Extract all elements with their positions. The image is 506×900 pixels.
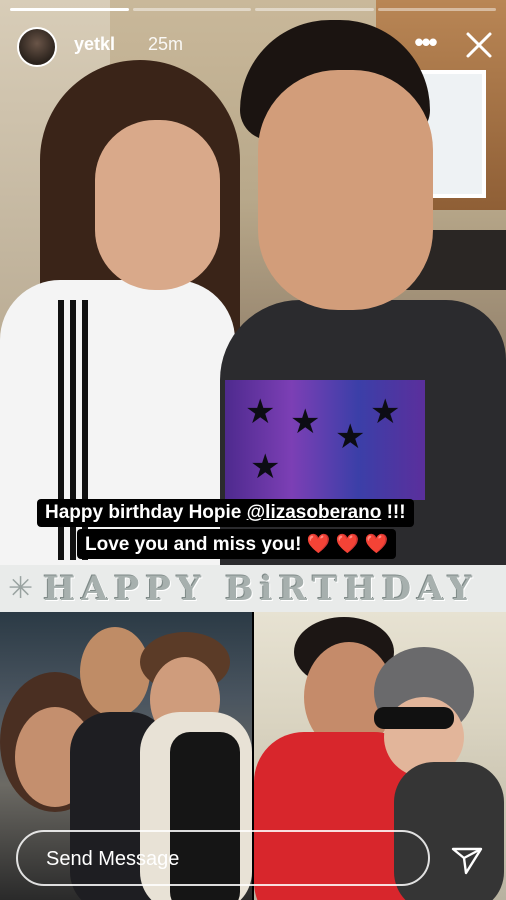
heart-emoji: ❤️ ❤️ ❤️ [306,534,389,555]
caption-text: !!! [381,502,406,523]
username[interactable]: yetkl [74,34,115,55]
caption-line-2: Love you and miss you! ❤️ ❤️ ❤️ [77,529,397,559]
caption-line-1: Happy birthday Hopie @lizasoberano !!! [37,499,414,527]
birthday-banner: ✳ HAPPY BiRTHDAY [0,565,506,612]
story-progress-bar [10,8,496,11]
mention-link[interactable]: @lizasoberano [247,502,382,523]
progress-segment [132,8,251,11]
timestamp: 25m [148,34,184,54]
banner-text: HAPPY BiRTHDAY [43,568,479,609]
send-message-placeholder: Send Message [46,848,180,870]
avatar[interactable] [17,27,57,67]
more-horizontal-icon[interactable]: ••• [412,29,438,58]
story-photo-main: ★ ★ ★ ★ ★ [0,0,506,565]
caption-text: Happy birthday Hopie [45,502,247,523]
send-paper-plane-icon[interactable] [448,840,486,878]
asterisk-decoration-icon: ✳ [8,572,34,605]
progress-segment [377,8,496,11]
close-icon[interactable] [462,28,496,62]
progress-segment [255,8,374,11]
caption-text: Love you and miss you! [85,534,307,555]
progress-segment [10,8,129,11]
